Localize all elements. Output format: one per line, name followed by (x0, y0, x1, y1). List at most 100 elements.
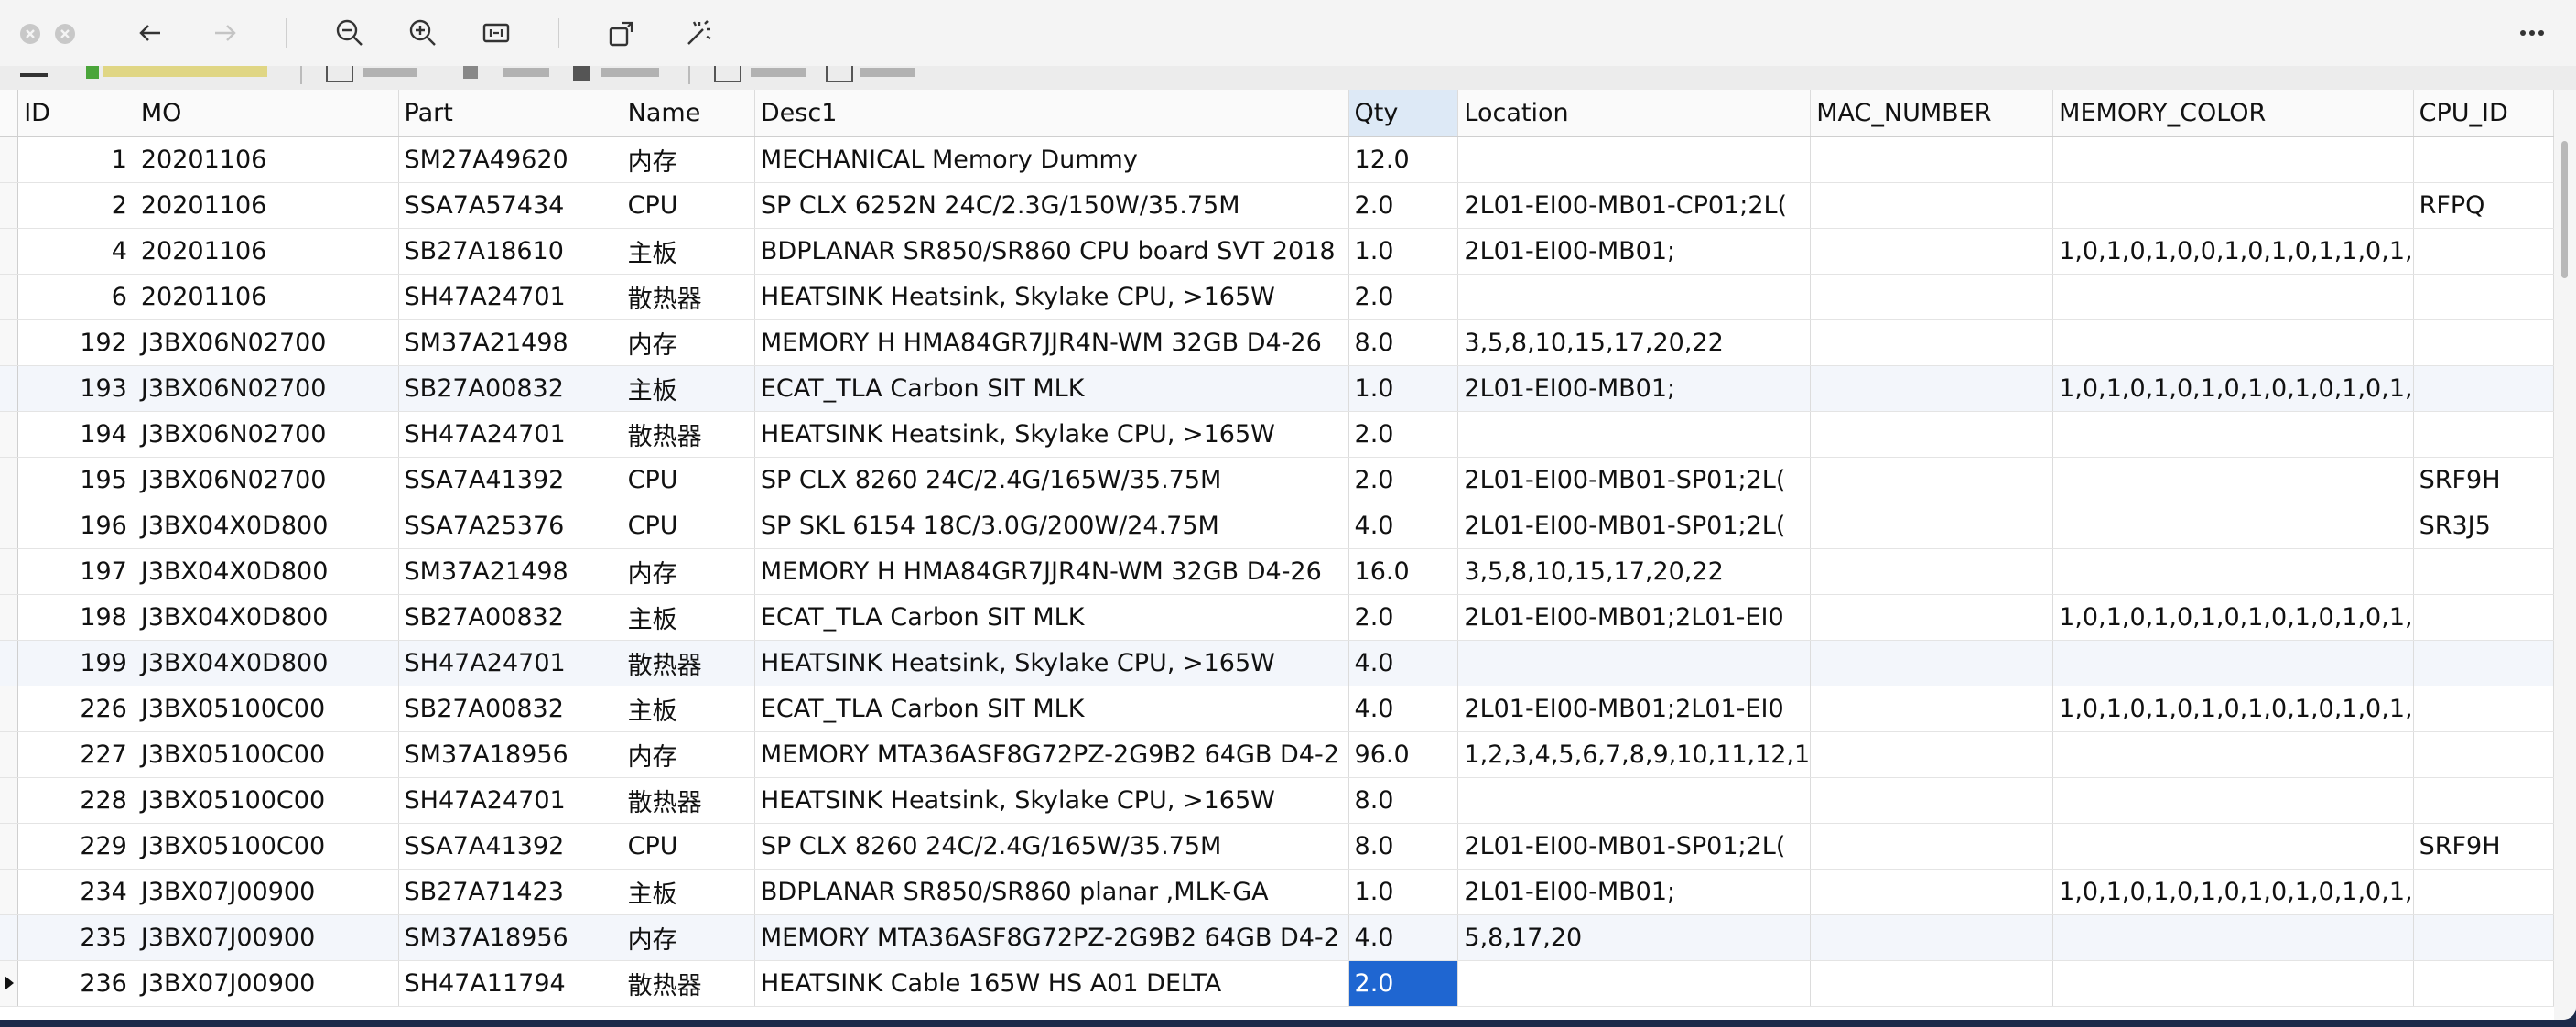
cell-name[interactable]: CPU (622, 457, 755, 503)
cell-memory-color[interactable]: 1,0,1,0,1,0,1,0,1,0,1,0,1,0,1, (2052, 686, 2414, 732)
cell-qty[interactable]: 96.0 (1348, 731, 1459, 778)
cell-part[interactable]: SB27A00832 (398, 686, 622, 732)
vertical-scrollbar[interactable] (2554, 90, 2576, 1020)
cell-qty[interactable]: 12.0 (1348, 136, 1459, 183)
column-header-qty[interactable]: Qty (1348, 90, 1459, 137)
cell-cpu-id[interactable] (2413, 136, 2554, 183)
cell-mo[interactable]: J3BX05100C00 (135, 686, 399, 732)
cell-part[interactable]: SB27A00832 (398, 365, 622, 412)
column-header-mo[interactable]: MO (135, 90, 399, 137)
cell-mac-number[interactable] (1810, 869, 2054, 915)
cell-location[interactable]: 2L01-EI00-MB01;2L01-EI0 (1457, 686, 1812, 732)
row-indicator[interactable] (0, 914, 19, 961)
cell-memory-color[interactable] (2052, 182, 2414, 229)
table-row[interactable]: 199 J3BX04X0D800 SH47A24701 散热器 HEATSINK Hea… (0, 640, 2554, 686)
cell-memory-color[interactable] (2052, 503, 2414, 549)
row-indicator[interactable] (0, 228, 19, 275)
cell-name[interactable]: 内存 (622, 319, 755, 366)
cell-cpu-id[interactable] (2413, 594, 2554, 641)
cell-part[interactable]: SH47A24701 (398, 640, 622, 686)
cell-memory-color[interactable]: 1,0,1,0,1,0,1,0,1,0,1,0,1,0,1, (2052, 594, 2414, 641)
close-icon[interactable] (18, 22, 42, 46)
cell-name[interactable]: CPU (622, 823, 755, 870)
cell-name[interactable]: 内存 (622, 914, 755, 961)
cell-id[interactable]: 196 (17, 503, 135, 549)
zoom-out-icon[interactable] (333, 16, 366, 49)
row-indicator[interactable] (0, 411, 19, 458)
table-row[interactable]: 235 J3BX07J00900 SM37A18956 内存 MEMORY MTA36A… (0, 914, 2554, 961)
cell-mo[interactable]: J3BX06N02700 (135, 411, 399, 458)
cell-qty[interactable]: 2.0 (1348, 411, 1459, 458)
cell-desc1[interactable]: HEATSINK Cable 165W HS A01 DELTA (754, 960, 1349, 1007)
cell-cpu-id[interactable] (2413, 640, 2554, 686)
cell-name[interactable]: 散热器 (622, 777, 755, 824)
cell-id[interactable]: 193 (17, 365, 135, 412)
cell-id[interactable]: 199 (17, 640, 135, 686)
cell-cpu-id[interactable]: SR3J5 (2413, 503, 2554, 549)
cell-id[interactable]: 236 (17, 960, 135, 1007)
cell-memory-color[interactable] (2052, 914, 2414, 961)
cell-memory-color[interactable] (2052, 960, 2414, 1007)
column-header-desc1[interactable]: Desc1 (754, 90, 1349, 137)
cell-desc1[interactable]: BDPLANAR SR850/SR860 planar ,MLK-GA (754, 869, 1349, 915)
cell-qty[interactable]: 2.0 (1348, 457, 1459, 503)
cell-mo[interactable]: J3BX06N02700 (135, 457, 399, 503)
cell-part[interactable]: SB27A71423 (398, 869, 622, 915)
cell-cpu-id[interactable] (2413, 731, 2554, 778)
cell-name[interactable]: 主板 (622, 365, 755, 412)
column-header-name[interactable]: Name (622, 90, 755, 137)
cell-location[interactable]: 2L01-EI00-MB01-SP01;2L( (1457, 503, 1812, 549)
cell-cpu-id[interactable]: SRF9H (2413, 823, 2554, 870)
cell-memory-color[interactable] (2052, 319, 2414, 366)
cell-part[interactable]: SH47A24701 (398, 274, 622, 320)
cell-location[interactable]: 1,2,3,4,5,6,7,8,9,10,11,12,1 (1457, 731, 1812, 778)
cell-name[interactable]: 散热器 (622, 640, 755, 686)
cell-mo[interactable]: J3BX07J00900 (135, 914, 399, 961)
cell-part[interactable]: SM37A18956 (398, 914, 622, 961)
row-indicator[interactable] (0, 640, 19, 686)
cell-id[interactable]: 226 (17, 686, 135, 732)
cell-id[interactable]: 235 (17, 914, 135, 961)
cell-name[interactable]: CPU (622, 182, 755, 229)
cell-id[interactable]: 197 (17, 548, 135, 595)
cell-mo[interactable]: J3BX04X0D800 (135, 503, 399, 549)
cell-location[interactable]: 3,5,8,10,15,17,20,22 (1457, 319, 1812, 366)
cell-desc1[interactable]: SP CLX 6252N 24C/2.3G/150W/35.75M (754, 182, 1349, 229)
cell-desc1[interactable]: ECAT_TLA Carbon SIT MLK (754, 365, 1349, 412)
cell-part[interactable]: SH47A11794 (398, 960, 622, 1007)
cell-id[interactable]: 192 (17, 319, 135, 366)
cell-mac-number[interactable] (1810, 777, 2054, 824)
cell-mac-number[interactable] (1810, 914, 2054, 961)
cell-desc1[interactable]: HEATSINK Heatsink, Skylake CPU, >165W (754, 640, 1349, 686)
table-row[interactable]: 227 J3BX05100C00 SM37A18956 内存 MEMORY MTA36A… (0, 731, 2554, 778)
cell-mac-number[interactable] (1810, 686, 2054, 732)
cell-desc1[interactable]: SP SKL 6154 18C/3.0G/200W/24.75M (754, 503, 1349, 549)
fit-width-icon[interactable] (480, 16, 513, 49)
cell-location[interactable]: 2L01-EI00-MB01-CP01;2L( (1457, 182, 1812, 229)
cell-name[interactable]: 主板 (622, 228, 755, 275)
cell-part[interactable]: SB27A18610 (398, 228, 622, 275)
cell-memory-color[interactable] (2052, 823, 2414, 870)
cell-location[interactable]: 2L01-EI00-MB01; (1457, 365, 1812, 412)
cell-mo[interactable]: J3BX05100C00 (135, 731, 399, 778)
cell-location[interactable] (1457, 136, 1812, 183)
cell-id[interactable]: 194 (17, 411, 135, 458)
cell-mo[interactable]: 20201106 (135, 228, 399, 275)
cell-part[interactable]: SSA7A41392 (398, 823, 622, 870)
cell-id[interactable]: 2 (17, 182, 135, 229)
cell-memory-color[interactable]: 1,0,1,0,1,0,0,1,0,1,0,1,1,0,1, (2052, 228, 2414, 275)
cell-location[interactable]: 2L01-EI00-MB01-SP01;2L( (1457, 457, 1812, 503)
cell-memory-color[interactable]: 1,0,1,0,1,0,1,0,1,0,1,0,1,0,1, (2052, 365, 2414, 412)
cell-desc1[interactable]: SP CLX 8260 24C/2.4G/165W/35.75M (754, 823, 1349, 870)
cell-mac-number[interactable] (1810, 823, 2054, 870)
cell-mac-number[interactable] (1810, 594, 2054, 641)
cell-desc1[interactable]: SP CLX 8260 24C/2.4G/165W/35.75M (754, 457, 1349, 503)
cell-part[interactable]: SM37A21498 (398, 319, 622, 366)
cell-id[interactable]: 4 (17, 228, 135, 275)
cell-memory-color[interactable] (2052, 411, 2414, 458)
rotate-icon[interactable] (606, 16, 639, 49)
cell-name[interactable]: 散热器 (622, 960, 755, 1007)
cell-name[interactable]: 主板 (622, 594, 755, 641)
cell-qty[interactable]: 2.0 (1348, 274, 1459, 320)
scrollbar-thumb[interactable] (2561, 141, 2568, 278)
